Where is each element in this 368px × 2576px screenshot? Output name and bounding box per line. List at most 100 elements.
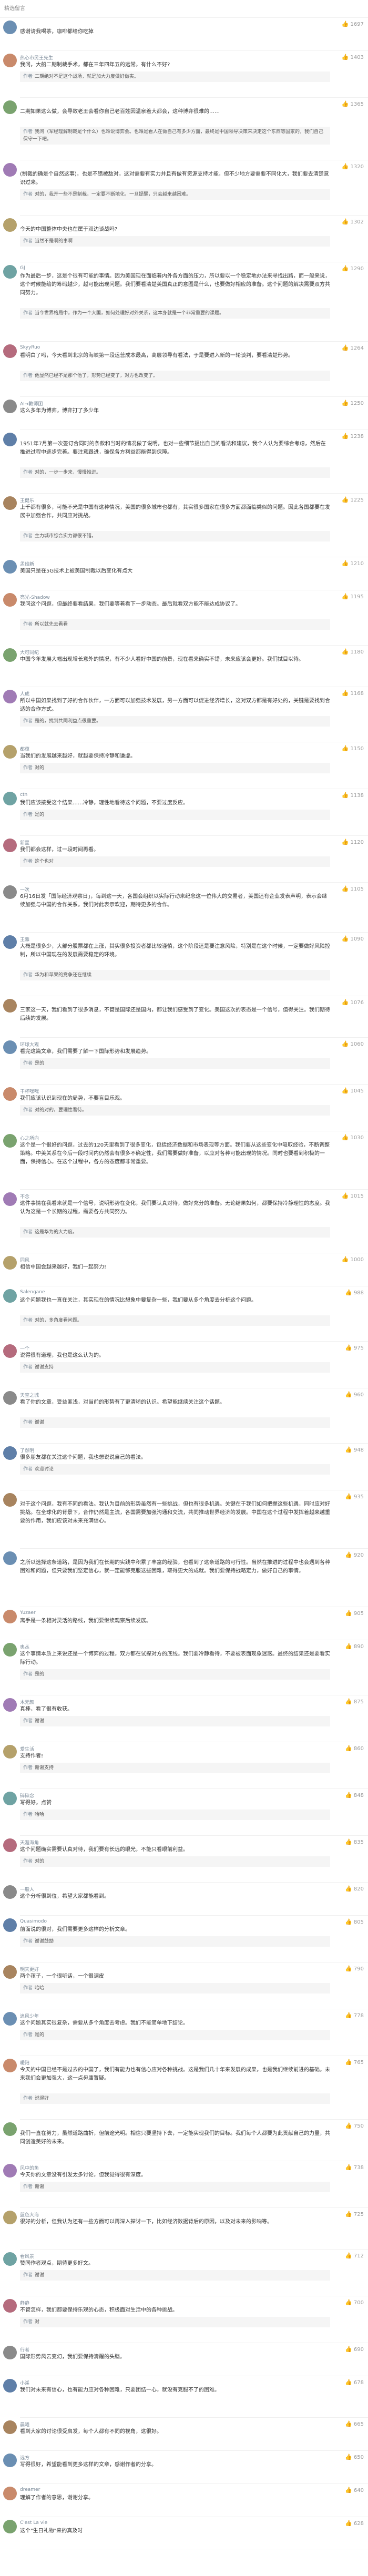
like-button[interactable]: 👍 1045: [342, 1087, 364, 1094]
avatar[interactable]: [3, 2122, 17, 2136]
like-button[interactable]: 👍 935: [345, 1493, 364, 1500]
like-button[interactable]: 👍 1264: [342, 344, 364, 351]
avatar[interactable]: [3, 1885, 17, 1899]
avatar[interactable]: [3, 1391, 17, 1405]
avatar[interactable]: [3, 496, 17, 510]
like-button[interactable]: 👍 1210: [342, 560, 364, 567]
avatar[interactable]: [3, 400, 17, 413]
like-button[interactable]: 👍 690: [345, 2346, 364, 2353]
like-button[interactable]: 👍 975: [345, 1344, 364, 1351]
like-button[interactable]: 👍 665: [345, 2420, 364, 2427]
avatar[interactable]: [3, 745, 17, 759]
avatar[interactable]: [3, 2420, 17, 2434]
avatar[interactable]: [3, 2520, 17, 2533]
like-button[interactable]: 👍 750: [345, 2122, 364, 2129]
like-button[interactable]: 👍 1120: [342, 839, 364, 845]
avatar[interactable]: [3, 100, 17, 114]
avatar[interactable]: [3, 163, 17, 177]
avatar[interactable]: [3, 2454, 17, 2467]
like-button[interactable]: 👍 1138: [342, 792, 364, 799]
avatar[interactable]: [3, 1087, 17, 1101]
like-button[interactable]: 👍 1225: [342, 496, 364, 503]
avatar[interactable]: [3, 560, 17, 574]
avatar[interactable]: [3, 1192, 17, 1206]
avatar[interactable]: [3, 1918, 17, 1932]
like-button[interactable]: 👍 1150: [342, 745, 364, 752]
like-button[interactable]: 👍 1290: [342, 265, 364, 272]
like-button[interactable]: 👍 628: [345, 2520, 364, 2527]
like-button[interactable]: 👍 1180: [342, 648, 364, 655]
like-button[interactable]: 👍 712: [345, 2252, 364, 2259]
avatar[interactable]: [3, 1965, 17, 1979]
avatar[interactable]: [3, 2487, 17, 2500]
avatar[interactable]: [3, 1745, 17, 1759]
like-button[interactable]: 👍 860: [345, 1745, 364, 1752]
avatar[interactable]: [3, 1551, 17, 1565]
avatar[interactable]: [3, 792, 17, 805]
like-button[interactable]: 👍 948: [345, 1446, 364, 1453]
avatar[interactable]: [3, 999, 17, 1013]
like-button[interactable]: 👍 1030: [342, 1134, 364, 1141]
avatar[interactable]: [3, 1344, 17, 1358]
avatar[interactable]: [3, 1446, 17, 1460]
like-button[interactable]: 👍 1403: [342, 54, 364, 60]
like-button[interactable]: 👍 1168: [342, 690, 364, 697]
like-button[interactable]: 👍 988: [345, 1289, 364, 1296]
like-button[interactable]: 👍 848: [345, 1792, 364, 1798]
avatar[interactable]: [3, 2211, 17, 2224]
like-button[interactable]: 👍 700: [345, 2299, 364, 2306]
avatar[interactable]: [3, 2252, 17, 2266]
avatar[interactable]: [3, 1134, 17, 1148]
like-button[interactable]: 👍 890: [345, 1643, 364, 1650]
avatar[interactable]: [3, 1610, 17, 1623]
like-button[interactable]: 👍 765: [345, 2059, 364, 2066]
avatar[interactable]: [3, 1256, 17, 1270]
like-button[interactable]: 👍 1365: [342, 100, 364, 107]
avatar[interactable]: [3, 2346, 17, 2359]
avatar[interactable]: [3, 1698, 17, 1712]
avatar[interactable]: [3, 1643, 17, 1657]
avatar[interactable]: [3, 648, 17, 662]
avatar[interactable]: [3, 1493, 17, 1507]
like-button[interactable]: 👍 725: [345, 2211, 364, 2217]
like-button[interactable]: 👍 805: [345, 1918, 364, 1925]
like-button[interactable]: 👍 875: [345, 1698, 364, 1705]
like-button[interactable]: 👍 1105: [342, 885, 364, 892]
avatar[interactable]: [3, 2012, 17, 2026]
avatar[interactable]: [3, 433, 17, 446]
avatar[interactable]: [3, 1838, 17, 1852]
like-button[interactable]: 👍 1250: [342, 400, 364, 406]
like-button[interactable]: 👍 905: [345, 1610, 364, 1617]
avatar[interactable]: [3, 593, 17, 607]
avatar[interactable]: [3, 1792, 17, 1805]
avatar[interactable]: [3, 2164, 17, 2178]
like-button[interactable]: 👍 1000: [342, 1256, 364, 1263]
like-button[interactable]: 👍 1060: [342, 1040, 364, 1047]
like-button[interactable]: 👍 1697: [342, 21, 364, 27]
like-button[interactable]: 👍 640: [345, 2487, 364, 2493]
avatar[interactable]: [3, 2299, 17, 2313]
like-button[interactable]: 👍 1076: [342, 999, 364, 1006]
avatar[interactable]: [3, 54, 17, 67]
avatar[interactable]: [3, 21, 17, 34]
avatar[interactable]: [3, 690, 17, 703]
like-button[interactable]: 👍 1090: [342, 935, 364, 942]
avatar[interactable]: [3, 1040, 17, 1054]
avatar[interactable]: [3, 2059, 17, 2072]
like-button[interactable]: 👍 835: [345, 1838, 364, 1845]
avatar[interactable]: [3, 1289, 17, 1303]
like-button[interactable]: 👍 1302: [342, 218, 364, 225]
like-button[interactable]: 👍 790: [345, 1965, 364, 1972]
avatar[interactable]: [3, 265, 17, 279]
avatar[interactable]: [3, 2379, 17, 2393]
avatar[interactable]: [3, 218, 17, 232]
avatar[interactable]: [3, 344, 17, 358]
like-button[interactable]: 👍 920: [345, 1551, 364, 1558]
like-button[interactable]: 👍 738: [345, 2164, 364, 2171]
avatar[interactable]: [3, 935, 17, 949]
avatar[interactable]: [3, 885, 17, 899]
like-button[interactable]: 👍 1015: [342, 1192, 364, 1199]
like-button[interactable]: 👍 820: [345, 1885, 364, 1892]
like-button[interactable]: 👍 1320: [342, 163, 364, 170]
like-button[interactable]: 👍 1195: [342, 593, 364, 600]
